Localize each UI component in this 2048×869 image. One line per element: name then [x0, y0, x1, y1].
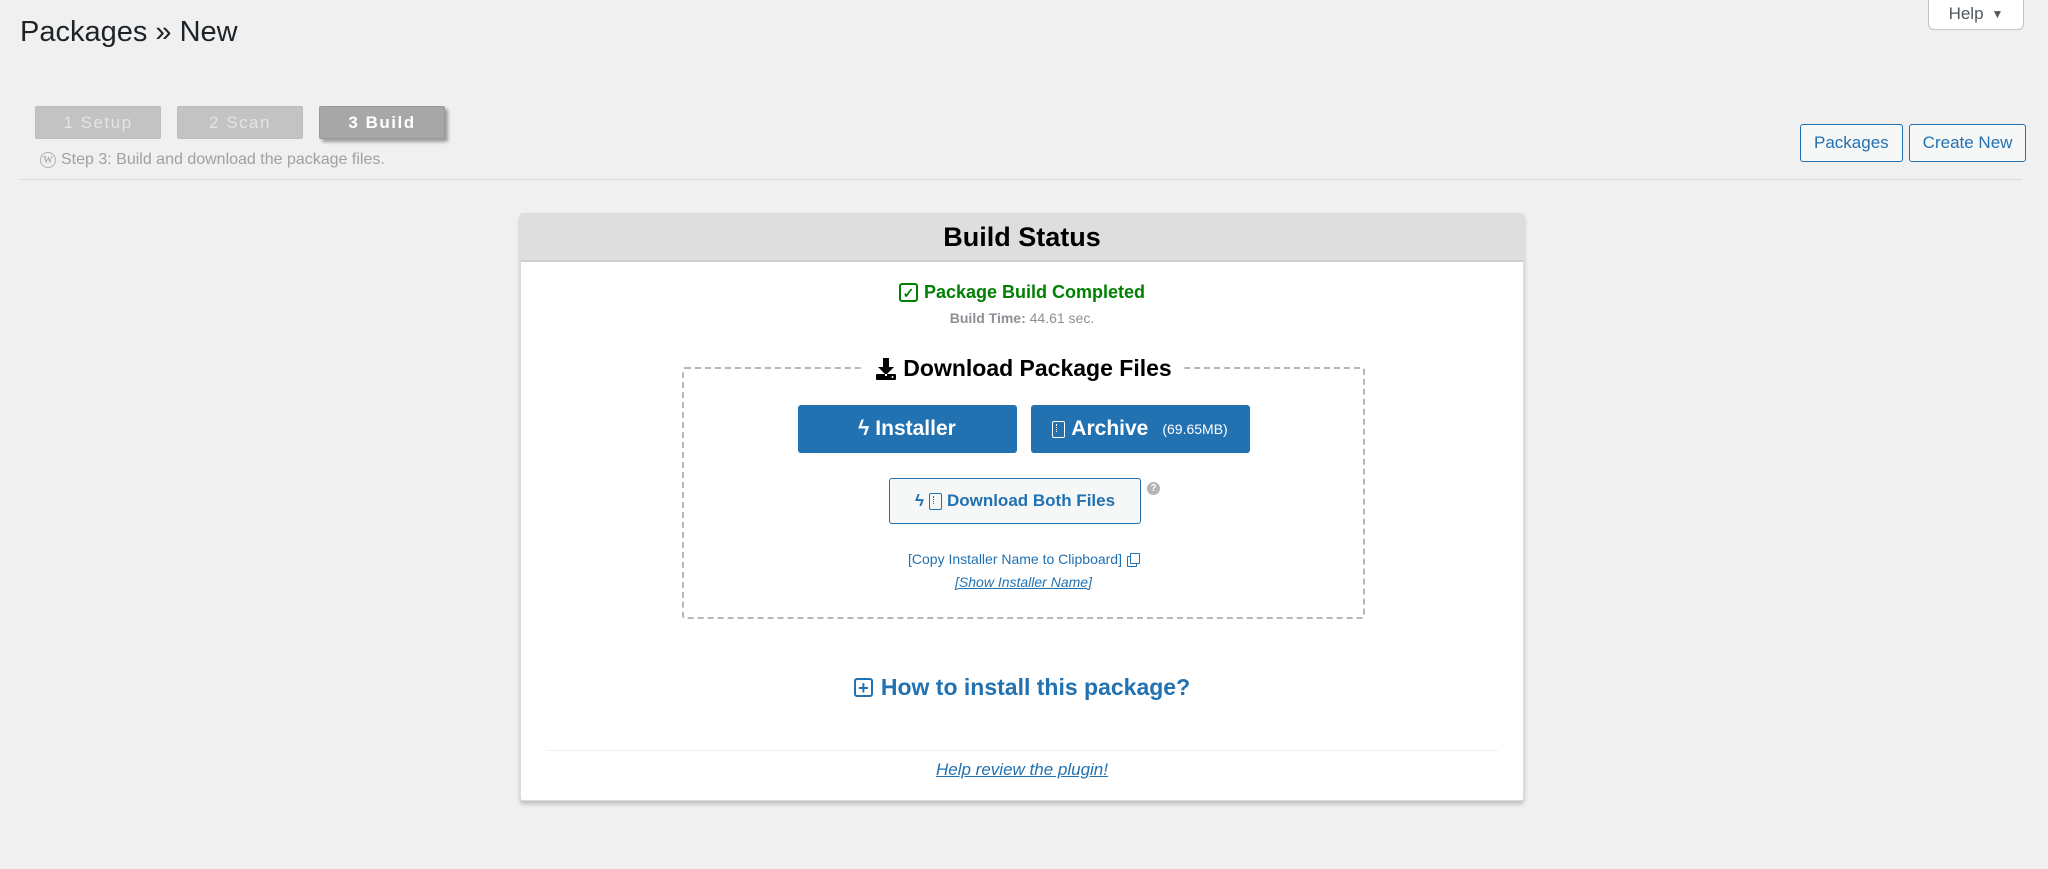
show-installer-name-link[interactable]: [Show Installer Name]: [684, 574, 1363, 590]
archive-download-button[interactable]: Archive (69.65MB): [1030, 405, 1250, 453]
download-package-files-box: Download Package Files ϟ Installer Archi…: [682, 355, 1365, 619]
panel-title: Build Status: [521, 214, 1523, 262]
create-new-button[interactable]: Create New: [1908, 124, 2027, 162]
step-scan: 2 Scan: [177, 106, 303, 139]
header-divider: [20, 179, 2022, 180]
wizard-steps: 1 Setup 2 Scan 3 Build: [35, 106, 445, 139]
step-build: 3 Build: [319, 106, 445, 139]
step-description: W Step 3: Build and download the package…: [40, 151, 385, 169]
copy-icon: [1127, 552, 1140, 567]
build-status-text: Package Build Completed: [923, 282, 1146, 302]
download-both-label: Download Both Files: [946, 491, 1116, 510]
build-status-panel: Build Status ✓ Package Build Completed B…: [520, 213, 1524, 801]
caret-down-icon: ▼: [1991, 6, 2004, 21]
archive-size: (69.65MB): [1162, 421, 1228, 437]
check-square-icon: ✓: [898, 283, 918, 302]
file-archive-icon: [1052, 420, 1066, 438]
download-legend: Download Package Files: [863, 355, 1184, 382]
build-time-label: Build Time:: [949, 310, 1026, 326]
installer-label: Installer: [875, 417, 956, 440]
how-to-install-toggle[interactable]: + How to install this package?: [521, 674, 1523, 701]
copy-installer-name-link[interactable]: [Copy Installer Name to Clipboard]: [684, 551, 1363, 567]
step-setup: 1 Setup: [35, 106, 161, 139]
page-title: Packages » New: [20, 16, 238, 48]
help-label: Help: [1948, 3, 1984, 23]
build-time-value: 44.61 sec.: [1029, 310, 1095, 326]
bolt-icon: ϟ: [914, 491, 924, 510]
copy-installer-label: [Copy Installer Name to Clipboard]: [908, 551, 1122, 567]
step-description-text: Step 3: Build and download the package f…: [61, 151, 385, 168]
download-both-files-button[interactable]: ϟ Download Both Files: [889, 478, 1141, 524]
installer-download-button[interactable]: ϟ Installer: [797, 405, 1017, 453]
file-archive-icon: [928, 492, 942, 510]
build-status: ✓ Package Build Completed: [521, 282, 1523, 303]
panel-divider: [546, 750, 1498, 751]
top-actions: Packages Create New: [1800, 124, 2027, 162]
download-icon: [876, 357, 897, 380]
archive-label: Archive: [1071, 417, 1149, 440]
help-tab-button[interactable]: Help ▼: [1928, 0, 2024, 30]
help-review-plugin-link[interactable]: Help review the plugin!: [521, 760, 1523, 780]
bolt-icon: ϟ: [858, 417, 870, 440]
question-circle-icon[interactable]: ?: [1147, 482, 1160, 495]
wordpress-icon: W: [40, 152, 56, 168]
plus-square-icon: +: [853, 678, 873, 697]
download-legend-text: Download Package Files: [903, 355, 1172, 381]
build-time: Build Time: 44.61 sec.: [521, 310, 1523, 326]
packages-button[interactable]: Packages: [1800, 124, 1903, 162]
how-to-install-label: How to install this package?: [880, 674, 1191, 700]
